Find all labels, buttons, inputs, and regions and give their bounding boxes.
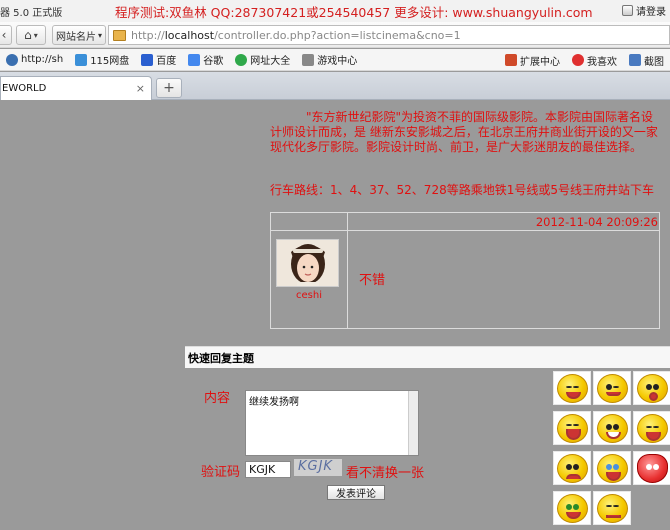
submit-comment-button[interactable]: 发表评论: [327, 485, 385, 500]
gamepad-icon: [302, 53, 315, 66]
heart-emoji-icon[interactable]: [633, 451, 670, 485]
globe-icon: [6, 53, 18, 66]
url-text: http://localhost/controller.do.php?actio…: [131, 28, 461, 42]
content-textarea[interactable]: 继续发扬啊: [245, 390, 419, 456]
chevron-down-icon: ▾: [97, 30, 102, 40]
cry-emoji-icon[interactable]: [633, 411, 670, 445]
captcha-input[interactable]: KGJK: [245, 461, 291, 478]
favorite-item-2[interactable]: 百度: [135, 52, 182, 67]
back-button[interactable]: ‹: [0, 25, 12, 45]
avatar-photo-icon: [277, 240, 338, 286]
tab-title: EWORLD: [2, 83, 47, 94]
close-icon[interactable]: ×: [136, 82, 145, 95]
post-date-row: 2012-11-04 20:09:26: [271, 213, 659, 231]
google-icon: [188, 53, 201, 66]
extension-icon: [505, 54, 517, 66]
arrow-left-icon: ‹: [1, 28, 7, 42]
annoyed-emoji-icon[interactable]: [593, 491, 631, 525]
chevron-down-icon: ▾: [33, 30, 38, 40]
favorite-item-4[interactable]: 网址大全: [229, 52, 296, 67]
address-bar[interactable]: http://localhost/controller.do.php?actio…: [108, 25, 670, 45]
money-eyes-emoji-icon[interactable]: [553, 491, 591, 525]
column-divider: [347, 213, 348, 328]
emoji-picker: [553, 371, 670, 530]
favorite-item-1[interactable]: 115网盘: [69, 52, 135, 67]
sob-emoji-icon[interactable]: [593, 451, 631, 485]
app-title: 器 5.0 正式版: [0, 8, 63, 19]
login-label: 请登录: [636, 7, 666, 18]
window-titlebar: 器 5.0 正式版 程序测试:双鱼林 QQ:287307421或25454045…: [0, 0, 670, 22]
avatar: [276, 239, 339, 287]
cinema-route: 行车路线：1、4、37、52、728等路乘地铁1号线或5号线王府井站下车: [270, 183, 654, 197]
tab-active[interactable]: EWORLD ×: [0, 76, 152, 100]
favorites-button[interactable]: 我喜欢: [566, 53, 623, 68]
wink-emoji-icon[interactable]: [593, 371, 631, 405]
captcha-label: 验证码: [201, 465, 241, 480]
home-icon: ⌂: [24, 28, 32, 42]
content-label: 内容: [204, 391, 231, 406]
promo-banner: 程序测试:双鱼林 QQ:287307421或254540457 更多设计: ww…: [115, 5, 593, 20]
favorite-item-0[interactable]: http://sh: [0, 53, 69, 66]
shout-emoji-icon[interactable]: [553, 411, 591, 445]
navigation-bar: ‹ ⌂ ▾ 网站名片 ▾ http://localhost/controller.d…: [0, 22, 670, 48]
screenshot-button[interactable]: 截图: [623, 53, 670, 68]
site-cards-button[interactable]: 网站名片 ▾: [52, 25, 106, 45]
home-button[interactable]: ⌂ ▾: [16, 25, 46, 45]
baidu-icon: [141, 53, 154, 66]
web-directory-icon: [235, 53, 248, 66]
angry-emoji-icon[interactable]: [553, 451, 591, 485]
captcha-image[interactable]: KGJK: [294, 459, 342, 476]
post-username[interactable]: ceshi: [271, 290, 347, 301]
extensions-button[interactable]: 扩展中心: [499, 53, 566, 68]
textarea-scrollbar[interactable]: [408, 391, 418, 455]
grin-emoji-icon[interactable]: [593, 411, 631, 445]
favorite-item-3[interactable]: 谷歌: [182, 52, 229, 67]
favorite-item-5[interactable]: 游戏中心: [296, 52, 363, 67]
new-tab-button[interactable]: +: [156, 78, 182, 98]
favorites-bar: http://sh 115网盘 百度 谷歌 网址大全 游戏中心 扩展中心 我喜欢…: [0, 49, 670, 71]
content-value: 继续发扬啊: [249, 397, 299, 408]
post-date: 2012-11-04 20:09:26: [535, 215, 658, 229]
heart-icon: [572, 54, 584, 66]
page-content: "东方新世纪影院"为投资不菲的国际级影院。本影院由国际著名设计师设计而成，是 继…: [0, 101, 670, 530]
page-icon: [113, 29, 126, 41]
laugh-emoji-icon[interactable]: [553, 371, 591, 405]
site-cards-label: 网站名片: [55, 31, 96, 43]
quick-reply-header: 快速回复主题: [185, 346, 670, 368]
post-text: 不错: [359, 273, 386, 288]
captcha-refresh-link[interactable]: 看不清换一张: [346, 462, 424, 481]
cloud-drive-icon: [75, 53, 88, 66]
tab-bar: EWORLD × +: [0, 72, 670, 100]
user-icon: [622, 5, 633, 16]
comment-post: 2012-11-04 20:09:26 ceshi 不错: [270, 212, 660, 329]
plus-icon: +: [163, 80, 175, 96]
scissors-icon: [629, 54, 641, 66]
login-link[interactable]: 请登录: [622, 3, 666, 18]
surprised-emoji-icon[interactable]: [633, 371, 670, 405]
cinema-intro: "东方新世纪影院"为投资不菲的国际级影院。本影院由国际著名设计师设计而成，是 继…: [270, 110, 658, 154]
